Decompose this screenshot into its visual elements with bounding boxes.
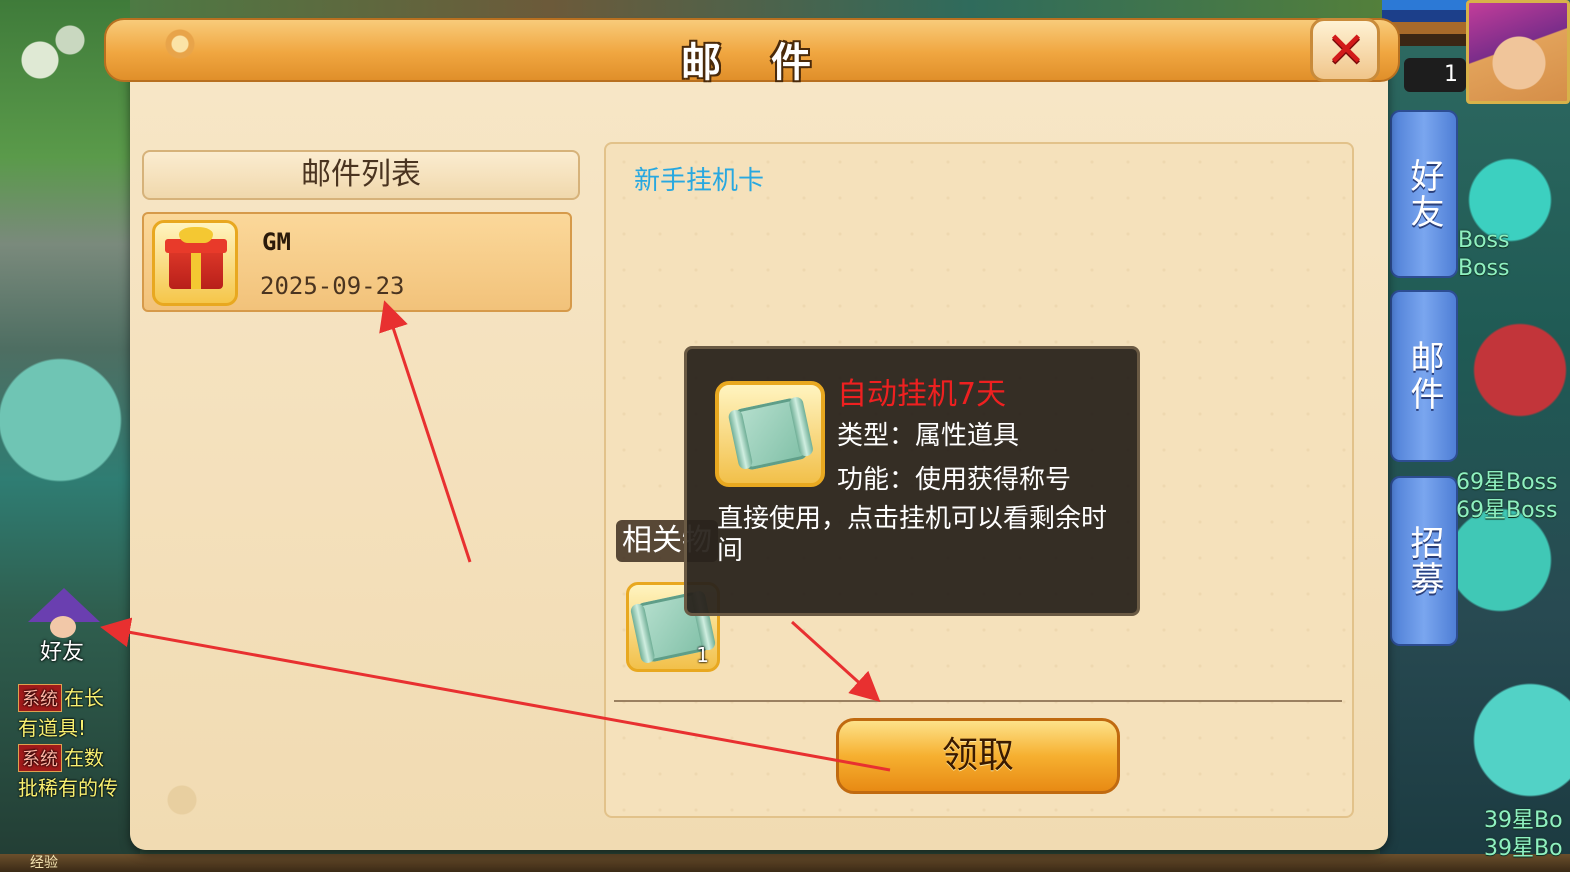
side-tab-mail[interactable]: 邮件 <box>1390 290 1458 462</box>
mail-sender: GM <box>262 228 291 256</box>
chat-line: 系统 在数 <box>18 742 104 772</box>
chat-text: 在长 <box>64 686 104 710</box>
boss-label: Boss <box>1458 228 1510 253</box>
mail-list-item[interactable]: GM 2025-09-23 <box>142 212 572 312</box>
side-tab-friends[interactable]: 好友 <box>1390 110 1458 278</box>
attachment-count: 1 <box>696 643 709 667</box>
chat-text: 有道具! <box>18 716 87 740</box>
tooltip-item-function: 功能：使用获得称号 <box>837 465 1072 495</box>
tooltip-item-icon <box>715 381 825 487</box>
tooltip-item-type: 类型：属性道具 <box>837 421 1020 451</box>
title-ornament-icon <box>160 24 200 64</box>
friend-avatar-icon[interactable] <box>24 588 102 638</box>
scroll-icon <box>733 397 809 471</box>
claim-button[interactable]: 领取 <box>836 718 1120 794</box>
player-portrait[interactable] <box>1466 0 1570 104</box>
dialog-title: 邮 件 <box>681 40 829 86</box>
chat-text: 在数 <box>64 746 104 770</box>
item-tooltip: 自动挂机7天 类型：属性道具 功能：使用获得称号 直接使用，点击挂机可以看剩余时… <box>684 346 1140 616</box>
chat-line: 系统 在长 <box>18 682 104 712</box>
tooltip-item-name: 自动挂机7天 <box>837 377 1007 412</box>
mail-subject: 新手挂机卡 <box>634 166 765 196</box>
boss-label: Boss <box>1458 256 1510 281</box>
bottom-exp-bar <box>0 854 1570 872</box>
chat-line: 有道具! <box>18 712 86 741</box>
mail-date: 2025-09-23 <box>260 272 405 300</box>
player-level: 1 <box>1404 58 1466 92</box>
side-tab-recruit[interactable]: 招募 <box>1390 476 1458 646</box>
exp-label: 经验 <box>30 855 58 871</box>
close-icon: ✕ <box>1325 22 1367 78</box>
detail-divider <box>614 700 1342 702</box>
chat-text: 批稀有的传 <box>18 776 118 800</box>
system-badge: 系统 <box>18 684 62 712</box>
boss-label: 69星Boss <box>1456 498 1558 523</box>
mail-list-header: 邮件列表 <box>142 150 580 200</box>
close-button[interactable]: ✕ <box>1310 18 1380 82</box>
tooltip-item-description: 直接使用，点击挂机可以看剩余时间 <box>717 504 1108 566</box>
gift-box-icon <box>152 220 238 306</box>
system-badge: 系统 <box>18 744 62 772</box>
gift-box-bow <box>179 227 213 243</box>
friend-button-label: 好友 <box>40 640 85 665</box>
boss-label: 39星Bo <box>1484 836 1563 861</box>
chat-line: 批稀有的传 <box>18 772 118 801</box>
